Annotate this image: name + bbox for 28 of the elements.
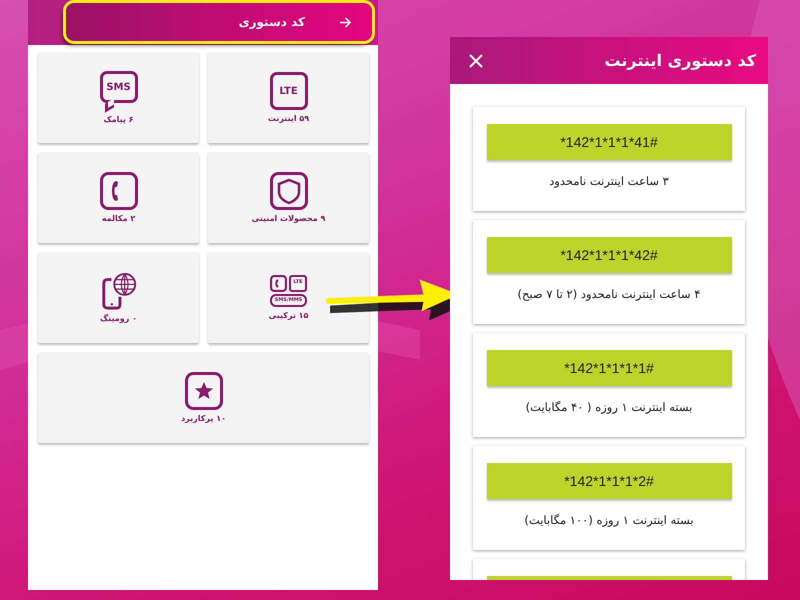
shield-icon — [270, 172, 308, 210]
code-description: بسته اینترنت ۱ روزه (۱۰۰ مگابایت) — [524, 513, 694, 527]
code-description: بسته اینترنت ۱ روزه ( ۴۰ مگابایت) — [526, 400, 692, 414]
category-tile[interactable]: ۰ رومینگ — [38, 252, 199, 343]
header-title-bar[interactable]: کد دستوری — [66, 3, 372, 41]
category-tile[interactable]: ۱۰ پرکاربرد — [38, 352, 369, 443]
tile-label: ۰ رومینگ — [100, 314, 137, 323]
arrow-icon[interactable] — [339, 16, 352, 28]
header-title: کد دستوری — [238, 15, 305, 29]
tile-label: ۹ محصولات امنیتی — [252, 214, 326, 223]
tile-label: ۶ پیامک — [103, 115, 134, 124]
tile-label: ۲ مکالمه — [102, 214, 136, 223]
ussd-code-button[interactable]: *142*1*1*1*42# — [486, 237, 732, 273]
category-tile[interactable]: ۹ محصولات امنیتی — [208, 152, 369, 243]
tile-label: ۱۵ ترکیبی — [268, 311, 308, 320]
close-icon[interactable] — [468, 52, 484, 68]
tile-label: ۵۹ اینترنت — [268, 114, 310, 123]
code-description: ۳ ساعت اینترنت نامحدود — [549, 174, 669, 188]
dialog-title: کد دستوری اینترنت — [604, 51, 756, 70]
tile-label: ۱۰ پرکاربرد — [181, 414, 226, 423]
ussd-code-button[interactable]: *142*1*1*1*2# — [486, 463, 732, 499]
category-tile[interactable]: ۲ مکالمه — [38, 152, 199, 243]
code-description: ۴ ساعت اینترنت نامحدود (۲ تا ۷ صبح) — [518, 287, 700, 301]
ussd-code-button[interactable]: *142*1*1*1*1# — [486, 350, 732, 386]
ussd-code-button[interactable]: *142*1*1*1*41# — [486, 124, 732, 160]
roaming-globe-icon — [100, 272, 138, 310]
phone-icon — [100, 172, 138, 210]
lte-icon: LTE — [270, 72, 308, 110]
